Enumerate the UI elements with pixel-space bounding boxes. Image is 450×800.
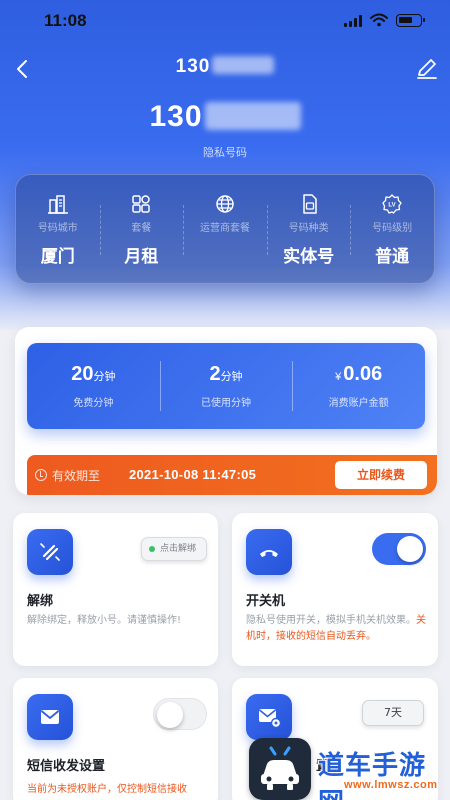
info-item-number-type: 号码种类 实体号 — [266, 175, 351, 283]
power-description: 隐私号使用开关，模拟手机关机效果。关机时，接收的短信自动丢弃。 — [246, 615, 426, 642]
expiry-datetime: 2021-10-08 11:47:05 — [129, 467, 257, 482]
info-item-carrier-package: 运营商套餐 — [183, 175, 267, 283]
sim-card-icon — [302, 194, 317, 214]
unlink-icon — [40, 543, 60, 561]
used-minutes: 2分钟 已使用分钟 — [159, 343, 293, 429]
info-item-number-level: LV 号码级别 普通 — [350, 175, 434, 283]
toggle-knob — [157, 702, 183, 728]
power-icon-tile — [246, 529, 292, 575]
spent-amount: ¥0.06 消费账户金额 — [292, 343, 425, 429]
toggle-knob — [397, 536, 423, 562]
expiry-bar: 有效期至 2021-10-08 11:47:05 立即续费 — [27, 455, 437, 495]
status-bar: 11:08 — [0, 0, 450, 44]
city-buildings-icon — [47, 195, 68, 214]
renew-button[interactable]: 立即续费 — [335, 461, 427, 489]
usage-card: 20分钟 免费分钟 2分钟 已使用分钟 ¥0.06 消费账户金额 有效期至 20… — [15, 327, 437, 495]
power-toggle[interactable] — [372, 533, 426, 565]
car-logo-icon — [261, 746, 299, 790]
status-time: 11:08 — [44, 11, 87, 30]
package-grid-icon — [132, 195, 151, 213]
unbind-title: 解绑 — [27, 594, 54, 609]
info-item-city: 号码城市 厦门 — [16, 175, 100, 283]
unbind-button[interactable]: 点击解绑 — [141, 537, 207, 561]
info-item-package: 套餐 月租 — [99, 175, 184, 283]
number-info-panel: 号码城市 厦门 套餐 月租 运营商套餐 号码种类 实体号 LV 号码级别 普通 — [15, 174, 435, 284]
battery-icon — [396, 14, 425, 27]
watermark-text: 道车手游网 — [318, 751, 427, 800]
watermark-logo — [249, 738, 311, 800]
envelope-settings-icon — [258, 709, 281, 729]
unbind-icon-tile — [27, 529, 73, 575]
unbind-description: 解除绑定，释放小号。请谨慎操作! — [27, 615, 182, 626]
svg-text:LV: LV — [389, 203, 396, 209]
usage-summary: 20分钟 免费分钟 2分钟 已使用分钟 ¥0.06 消费账户金额 — [27, 343, 425, 429]
masked-number-digits — [204, 102, 301, 130]
sms-title: 短信收发设置 — [27, 759, 106, 774]
page-title: 130 — [0, 56, 450, 78]
power-card: 开关机 隐私号使用开关，模拟手机关机效果。关机时，接收的短信自动丢弃。 — [232, 513, 438, 666]
globe-icon — [216, 195, 234, 213]
phone-hangup-icon — [260, 550, 278, 557]
level-badge-icon: LV — [382, 194, 402, 214]
phone-number-prefix: 130 — [149, 100, 203, 133]
envelope-icon — [40, 710, 60, 724]
clock-icon — [35, 469, 47, 481]
sms-description: 当前为未授权账户，仅控制短信接收 — [27, 784, 187, 795]
masked-digits — [212, 56, 275, 74]
unbind-card[interactable]: 点击解绑 解绑 解除绑定，释放小号。请谨慎操作! — [13, 513, 218, 666]
sms-icon-tile — [27, 694, 73, 740]
sms-settings-card: 短信收发设置 当前为未授权账户，仅控制短信接收 — [13, 678, 218, 800]
page-title-number: 130 — [175, 56, 211, 77]
cellular-signal-icon — [344, 15, 364, 27]
status-dot — [149, 546, 155, 552]
sms-toggle[interactable] — [153, 698, 207, 730]
number-caption: 隐私号码 — [203, 146, 247, 159]
power-title: 开关机 — [246, 594, 286, 609]
sms-retention-icon-tile — [246, 694, 292, 740]
watermark-url: www.lmwsz.com — [344, 779, 438, 791]
expiry-label: 有效期至 — [52, 469, 101, 483]
free-minutes: 20分钟 免费分钟 — [71, 363, 116, 409]
retention-days-button[interactable]: 7天 — [362, 700, 424, 726]
wifi-icon — [370, 13, 388, 27]
phone-number: 130 — [0, 100, 450, 134]
edit-pencil-icon[interactable] — [414, 56, 440, 82]
